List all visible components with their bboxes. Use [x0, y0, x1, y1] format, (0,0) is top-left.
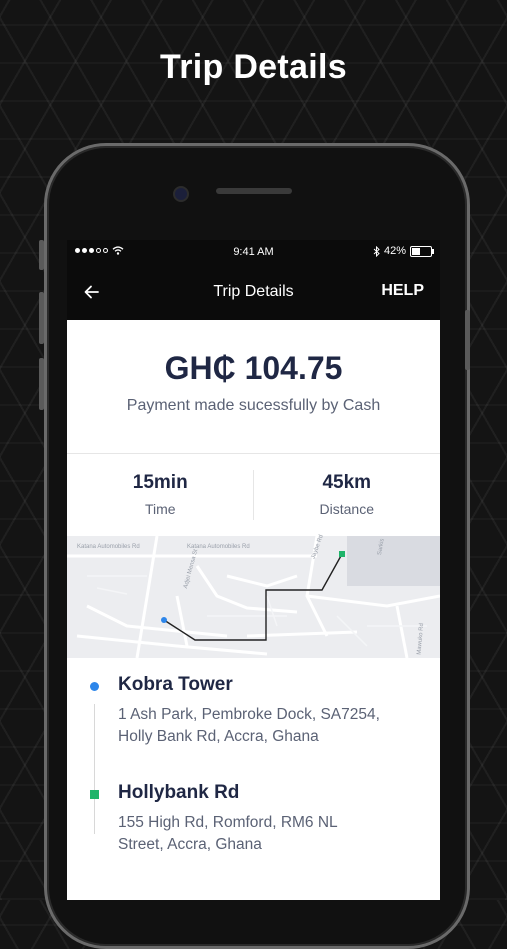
route-map[interactable]: Katana Automobiles Rd Katana Automobiles…	[67, 534, 440, 658]
help-button[interactable]: HELP	[381, 282, 424, 300]
pickup-name: Kobra Tower	[118, 674, 233, 695]
payment-message: Payment made sucessfully by Cash	[126, 397, 381, 414]
fare-section: GH₵ 104.75 Payment made sucessfully by C…	[67, 320, 440, 454]
time-stat: 15min Time	[67, 454, 254, 536]
dropoff-name: Hollybank Rd	[118, 782, 240, 803]
distance-stat: 45km Distance	[254, 454, 441, 536]
promo-title: Trip Details	[160, 48, 347, 86]
phone-screen: 9:41 AM 42% Trip Details HELP GH₵ 104.75…	[67, 240, 440, 900]
dropoff-address: 155 High Rd, Romford, RM6 NL Street, Acc…	[118, 814, 338, 853]
dropoff-square-icon	[90, 790, 99, 799]
distance-value: 45km	[322, 472, 372, 493]
time-label: Time	[144, 501, 176, 517]
fare-amount: GH₵ 104.75	[164, 350, 343, 386]
pickup-stop: Kobra Tower 1 Ash Park, Pembroke Dock, S…	[67, 658, 440, 748]
status-bar: 9:41 AM 42%	[67, 240, 440, 266]
trip-stats: 15min Time 45km Distance	[67, 454, 440, 536]
volume-down-button	[39, 358, 44, 410]
route-stops: Kobra Tower 1 Ash Park, Pembroke Dock, S…	[67, 658, 440, 856]
volume-up-button	[39, 292, 44, 344]
mute-switch	[39, 240, 44, 270]
battery-icon	[410, 245, 434, 257]
dropoff-stop: Hollybank Rd 155 High Rd, Romford, RM6 N…	[67, 748, 440, 856]
earpiece-speaker	[216, 188, 292, 194]
power-button	[465, 310, 470, 370]
nav-bar: Trip Details HELP	[67, 266, 440, 320]
bluetooth-icon	[373, 245, 380, 257]
distance-label: Distance	[319, 501, 374, 517]
map-road-label: Katana Automobiles Rd	[77, 544, 140, 550]
front-camera	[173, 186, 189, 202]
pickup-dot-icon	[90, 682, 99, 691]
time-value: 15min	[132, 472, 188, 493]
map-graphic	[67, 536, 440, 658]
status-right-group: 42%	[373, 245, 434, 257]
battery-percent: 42%	[383, 245, 406, 257]
pickup-address: 1 Ash Park, Pembroke Dock, SA7254, Holly…	[118, 706, 380, 745]
